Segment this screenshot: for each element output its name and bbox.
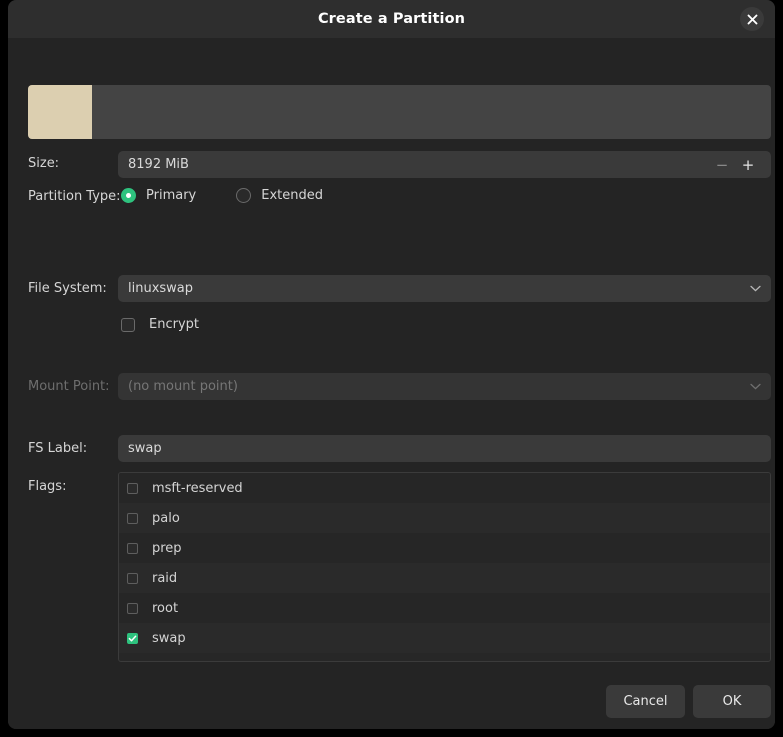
size-value: 8192 MiB (128, 157, 189, 172)
size-increment-button[interactable]: + (735, 156, 761, 174)
file-system-value: linuxswap (128, 281, 194, 296)
fs-label-input[interactable]: swap (118, 435, 771, 462)
chevron-down-icon (750, 380, 761, 393)
close-glyph (747, 14, 757, 24)
flag-row[interactable]: root (119, 593, 770, 623)
flag-row[interactable]: swap (119, 623, 770, 653)
partition-type-radio-group: Primary Extended (121, 188, 323, 203)
flag-label: msft-reserved (152, 480, 243, 496)
flag-checkbox[interactable] (127, 542, 138, 554)
flag-label: raid (152, 570, 178, 586)
encrypt-checkbox[interactable] (121, 317, 135, 332)
file-system-dropdown[interactable]: linuxswap (118, 275, 771, 302)
flag-checkbox[interactable] (127, 632, 138, 644)
radio-primary-label: Primary (146, 188, 197, 203)
flag-row[interactable]: prep (119, 533, 770, 563)
partition-preview-segment (28, 85, 92, 139)
encrypt-checkbox-row[interactable]: Encrypt (121, 317, 199, 332)
chevron-down-icon (750, 282, 761, 295)
mount-point-label: Mount Point: (28, 379, 110, 394)
cancel-button[interactable]: Cancel (606, 685, 685, 718)
flag-checkbox[interactable] (127, 512, 138, 524)
flag-checkbox[interactable] (127, 602, 138, 614)
size-label: Size: (28, 156, 60, 171)
partition-preview-bar (28, 85, 771, 139)
create-partition-dialog: Create a Partition Size: 8192 MiB − + Pa… (8, 0, 775, 729)
flag-label: root (152, 600, 179, 616)
radio-option-primary[interactable]: Primary (121, 188, 196, 203)
size-input[interactable]: 8192 MiB − + (118, 151, 771, 178)
dialog-footer: Cancel OK (8, 685, 775, 729)
flag-label: palo (152, 510, 180, 526)
dialog-title: Create a Partition (317, 11, 466, 27)
size-decrement-button[interactable]: − (709, 156, 735, 174)
ok-button[interactable]: OK (693, 685, 771, 718)
flag-checkbox[interactable] (127, 572, 138, 584)
flags-list[interactable]: msft-reserved palo prep raid root swap (118, 472, 771, 662)
close-icon[interactable] (740, 7, 764, 31)
flags-label: Flags: (28, 479, 67, 494)
check-icon (128, 635, 137, 641)
radio-extended-label: Extended (261, 188, 323, 203)
partition-type-label: Partition Type: (28, 189, 121, 204)
dialog-titlebar: Create a Partition (8, 0, 775, 38)
fs-label-value: swap (128, 441, 162, 456)
radio-option-extended[interactable]: Extended (236, 188, 323, 203)
mount-point-value: (no mount point) (128, 379, 238, 394)
flag-row[interactable]: raid (119, 563, 770, 593)
flag-label: prep (152, 540, 182, 556)
fs-label-label: FS Label: (28, 441, 88, 456)
dialog-body: Size: 8192 MiB − + Partition Type: Prima… (8, 38, 775, 729)
radio-primary-icon (121, 188, 136, 203)
mount-point-dropdown: (no mount point) (118, 373, 771, 400)
flag-row[interactable]: palo (119, 503, 770, 533)
flag-label: swap (152, 630, 186, 646)
file-system-label: File System: (28, 281, 107, 296)
radio-extended-icon (236, 188, 252, 203)
encrypt-label: Encrypt (149, 317, 199, 332)
flag-checkbox[interactable] (127, 482, 138, 494)
flag-row[interactable]: msft-reserved (119, 473, 770, 503)
